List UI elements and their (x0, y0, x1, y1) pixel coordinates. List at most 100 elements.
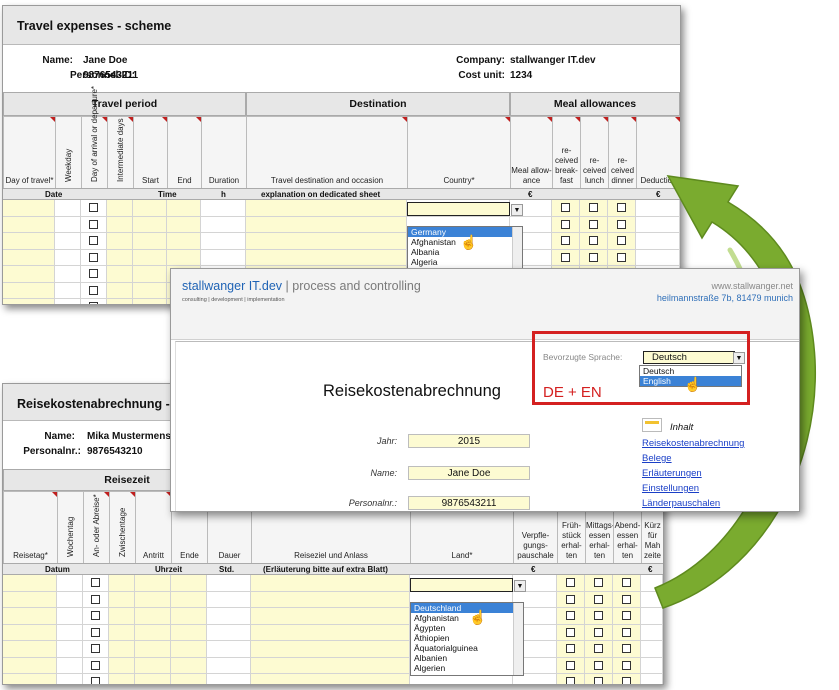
table-cell[interactable] (83, 591, 109, 608)
checkbox[interactable] (622, 677, 631, 684)
table-cell[interactable] (135, 641, 171, 658)
table-cell[interactable] (81, 216, 107, 233)
table-cell[interactable] (171, 624, 207, 641)
land-option[interactable]: Äthiopien (411, 633, 523, 643)
table-cell[interactable] (83, 674, 109, 684)
checkbox[interactable] (622, 594, 631, 604)
table-cell[interactable] (133, 282, 167, 299)
table-cell[interactable] (246, 216, 407, 233)
table-cell[interactable] (3, 200, 55, 217)
table-cell[interactable] (585, 674, 613, 684)
table-cell[interactable] (552, 233, 580, 250)
table-cell[interactable] (207, 641, 251, 658)
table-cell[interactable] (585, 624, 613, 641)
table-cell[interactable] (608, 249, 636, 266)
checkbox[interactable] (566, 677, 575, 684)
table-cell[interactable] (207, 674, 251, 684)
land-dropdown[interactable] (410, 578, 513, 592)
land-option[interactable]: Ägypten (411, 623, 523, 633)
table-cell[interactable] (580, 216, 608, 233)
table-cell[interactable] (251, 608, 410, 625)
table-cell[interactable] (207, 575, 251, 592)
table-cell[interactable] (246, 200, 407, 217)
land-option[interactable]: Deutschland (411, 603, 523, 613)
checkbox[interactable] (622, 611, 631, 620)
land-option[interactable]: Algerien (411, 663, 523, 673)
table-cell[interactable] (552, 249, 580, 266)
table-cell[interactable] (135, 591, 171, 608)
checkbox[interactable] (91, 611, 100, 620)
table-cell[interactable] (81, 266, 107, 283)
checkbox[interactable] (561, 236, 570, 245)
table-cell[interactable] (57, 575, 83, 592)
table-cell[interactable] (81, 249, 107, 266)
table-cell[interactable] (201, 200, 246, 217)
table-cell[interactable] (3, 641, 57, 658)
table-cell[interactable] (107, 233, 133, 250)
dropdown-arrow-icon[interactable]: ▼ (514, 580, 526, 592)
table-cell[interactable] (585, 641, 613, 658)
table-cell[interactable] (133, 216, 167, 233)
checkbox[interactable] (91, 594, 100, 604)
table-cell[interactable] (3, 624, 57, 641)
table-cell[interactable] (3, 575, 57, 592)
table-cell[interactable] (201, 216, 246, 233)
table-cell[interactable] (109, 591, 135, 608)
checkbox[interactable] (89, 219, 98, 229)
table-cell[interactable] (57, 674, 83, 684)
checkbox[interactable] (594, 594, 603, 604)
checkbox[interactable] (566, 578, 575, 587)
table-cell[interactable] (557, 575, 585, 592)
table-cell[interactable] (251, 575, 410, 592)
table-cell[interactable] (3, 216, 55, 233)
table-cell[interactable] (83, 608, 109, 625)
table-cell[interactable] (167, 233, 201, 250)
link-belege[interactable]: Belege (642, 453, 672, 464)
table-cell[interactable] (207, 657, 251, 674)
table-cell[interactable] (171, 674, 207, 684)
table-cell[interactable] (135, 624, 171, 641)
checkbox[interactable] (622, 660, 631, 670)
table-cell[interactable] (608, 216, 636, 233)
checkbox[interactable] (622, 644, 631, 653)
table-cell[interactable] (55, 249, 81, 266)
checkbox[interactable] (91, 644, 100, 653)
table-cell[interactable] (613, 575, 641, 592)
table-cell[interactable] (585, 608, 613, 625)
table-cell[interactable] (133, 233, 167, 250)
table-cell[interactable] (3, 249, 55, 266)
table-cell[interactable] (81, 299, 107, 304)
table-cell[interactable] (107, 266, 133, 283)
table-cell[interactable] (171, 657, 207, 674)
table-cell[interactable] (557, 657, 585, 674)
checkbox[interactable] (89, 203, 98, 212)
table-cell[interactable] (580, 249, 608, 266)
table-cell[interactable] (135, 575, 171, 592)
table-cell[interactable] (55, 266, 81, 283)
checkbox[interactable] (566, 611, 575, 620)
checkbox[interactable] (589, 236, 598, 245)
table-cell[interactable] (133, 266, 167, 283)
checkbox[interactable] (594, 578, 603, 587)
checkbox[interactable] (566, 660, 575, 670)
table-cell[interactable] (107, 249, 133, 266)
table-cell[interactable] (167, 216, 201, 233)
table-cell[interactable] (135, 657, 171, 674)
checkbox[interactable] (89, 269, 98, 278)
table-cell[interactable] (3, 657, 57, 674)
checkbox[interactable] (91, 677, 100, 684)
table-cell[interactable] (251, 674, 410, 684)
table-cell[interactable] (109, 674, 135, 684)
list-scrollbar[interactable] (513, 603, 523, 675)
checkbox[interactable] (622, 627, 631, 637)
checkbox[interactable] (91, 660, 100, 670)
table-cell[interactable] (201, 249, 246, 266)
table-cell[interactable] (133, 249, 167, 266)
checkbox[interactable] (89, 236, 98, 245)
table-cell[interactable] (107, 282, 133, 299)
country-option[interactable]: Algeria (408, 257, 522, 267)
table-cell[interactable] (613, 624, 641, 641)
checkbox[interactable] (594, 611, 603, 620)
table-cell[interactable] (557, 608, 585, 625)
dropdown-arrow-icon[interactable]: ▼ (511, 204, 523, 216)
